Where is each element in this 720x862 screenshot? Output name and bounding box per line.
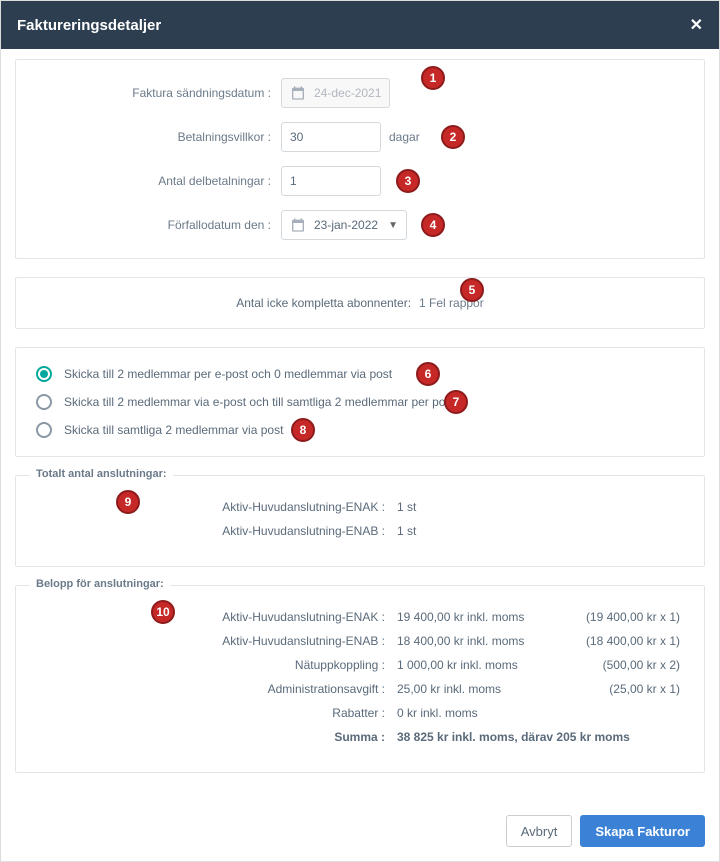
close-icon[interactable]: ✕	[690, 15, 703, 35]
connections-legend: Totalt antal anslutningar:	[30, 468, 173, 480]
chevron-down-icon: ▼	[388, 220, 398, 231]
billing-details-modal: Faktureringsdetaljer ✕ Faktura sändnings…	[0, 0, 720, 862]
sum-value: 38 825 kr inkl. moms, därav 205 kr moms	[391, 730, 684, 744]
annotation-8: 8	[291, 418, 315, 442]
row-due-date: Förfallodatum den : 23-jan-2022 ▼ 4	[36, 210, 684, 240]
modal-header: Faktureringsdetaljer ✕	[1, 1, 719, 49]
annotation-2: 2	[441, 125, 465, 149]
label-terms: Betalningsvillkor :	[36, 130, 281, 144]
annotation-9: 9	[116, 490, 140, 514]
cancel-button[interactable]: Avbryt	[506, 815, 573, 847]
delivery-option-1[interactable]: Skicka till 2 medlemmar per e-post och 0…	[36, 366, 684, 382]
delivery-option-2-label: Skicka till 2 medlemmar via e-post och t…	[64, 395, 455, 409]
label-partials: Antal delbetalningar :	[36, 174, 281, 188]
annotation-3: 3	[396, 169, 420, 193]
delivery-option-2[interactable]: Skicka till 2 medlemmar via e-post och t…	[36, 394, 684, 410]
amount-value: 25,00 kr inkl. moms	[391, 682, 571, 696]
amount-calc: (18 400,00 kr x 1)	[571, 634, 684, 648]
amount-value: 18 400,00 kr inkl. moms	[391, 634, 571, 648]
amount-row: Administrationsavgift : 25,00 kr inkl. m…	[36, 682, 684, 696]
amount-label: Aktiv-Huvudanslutning-ENAK :	[36, 610, 391, 624]
amount-calc: (500,00 kr x 2)	[571, 658, 684, 672]
due-date-value: 23-jan-2022	[314, 218, 378, 232]
annotation-5: 5	[460, 278, 484, 302]
amount-label: Nätuppkoppling :	[36, 658, 391, 672]
incomplete-panel: Antal icke kompletta abonnenter: 1 Fel r…	[15, 277, 705, 329]
modal-title: Faktureringsdetaljer	[17, 17, 161, 34]
amount-row: Aktiv-Huvudanslutning-ENAB : 18 400,00 k…	[36, 634, 684, 648]
discount-label: Rabatter :	[36, 706, 391, 720]
label-due-date: Förfallodatum den :	[36, 218, 281, 232]
partials-input[interactable]	[281, 166, 381, 196]
row-partials: Antal delbetalningar : 3	[36, 166, 684, 196]
row-send-date: Faktura sändningsdatum : 24-dec-2021 1	[36, 78, 684, 108]
radio-icon	[36, 366, 52, 382]
discount-value: 0 kr inkl. moms	[391, 706, 571, 720]
annotation-1: 1	[421, 66, 445, 90]
create-invoices-button[interactable]: Skapa Fakturor	[580, 815, 705, 847]
annotation-4: 4	[421, 213, 445, 237]
amount-label: Administrationsavgift :	[36, 682, 391, 696]
amount-label: Aktiv-Huvudanslutning-ENAB :	[36, 634, 391, 648]
connections-panel: Totalt antal anslutningar: 9 Aktiv-Huvud…	[15, 475, 705, 567]
radio-icon	[36, 422, 52, 438]
discount-row: Rabatter : 0 kr inkl. moms	[36, 706, 684, 720]
send-date-input: 24-dec-2021	[281, 78, 390, 108]
delivery-option-3[interactable]: Skicka till samtliga 2 medlemmar via pos…	[36, 422, 684, 438]
row-terms: Betalningsvillkor : dagar 2	[36, 122, 684, 152]
amounts-panel: Belopp för anslutningar: 10 Aktiv-Huvuda…	[15, 585, 705, 773]
calendar-icon	[290, 85, 306, 101]
modal-footer: Avbryt Skapa Fakturor	[1, 805, 719, 861]
radio-icon	[36, 394, 52, 410]
delivery-option-3-label: Skicka till samtliga 2 medlemmar via pos…	[64, 423, 283, 437]
delivery-panel: Skicka till 2 medlemmar per e-post och 0…	[15, 347, 705, 457]
connection-row: Aktiv-Huvudanslutning-ENAB : 1 st	[36, 524, 684, 538]
billing-form-panel: Faktura sändningsdatum : 24-dec-2021 1 B…	[15, 59, 705, 259]
annotation-10: 10	[151, 600, 175, 624]
terms-unit: dagar	[389, 130, 420, 144]
sum-row: Summa : 38 825 kr inkl. moms, därav 205 …	[36, 730, 684, 744]
connection-name: Aktiv-Huvudanslutning-ENAK :	[36, 500, 391, 514]
due-date-input[interactable]: 23-jan-2022 ▼	[281, 210, 407, 240]
label-send-date: Faktura sändningsdatum :	[36, 86, 281, 100]
connection-count: 1 st	[391, 524, 416, 538]
connection-name: Aktiv-Huvudanslutning-ENAB :	[36, 524, 391, 538]
sum-label: Summa :	[36, 730, 391, 744]
amount-row: Aktiv-Huvudanslutning-ENAK : 19 400,00 k…	[36, 610, 684, 624]
amount-calc: (25,00 kr x 1)	[571, 682, 684, 696]
terms-input[interactable]	[281, 122, 381, 152]
annotation-6: 6	[416, 362, 440, 386]
delivery-option-1-label: Skicka till 2 medlemmar per e-post och 0…	[64, 367, 392, 381]
amount-value: 19 400,00 kr inkl. moms	[391, 610, 571, 624]
amount-calc: (19 400,00 kr x 1)	[571, 610, 684, 624]
calendar-icon	[290, 217, 306, 233]
amount-row: Nätuppkoppling : 1 000,00 kr inkl. moms …	[36, 658, 684, 672]
modal-body: Faktura sändningsdatum : 24-dec-2021 1 B…	[1, 49, 719, 805]
connection-count: 1 st	[391, 500, 416, 514]
send-date-value: 24-dec-2021	[314, 86, 381, 100]
amounts-legend: Belopp för anslutningar:	[30, 578, 170, 590]
annotation-7: 7	[444, 390, 468, 414]
incomplete-label: Antal icke kompletta abonnenter:	[236, 296, 411, 310]
amount-value: 1 000,00 kr inkl. moms	[391, 658, 571, 672]
